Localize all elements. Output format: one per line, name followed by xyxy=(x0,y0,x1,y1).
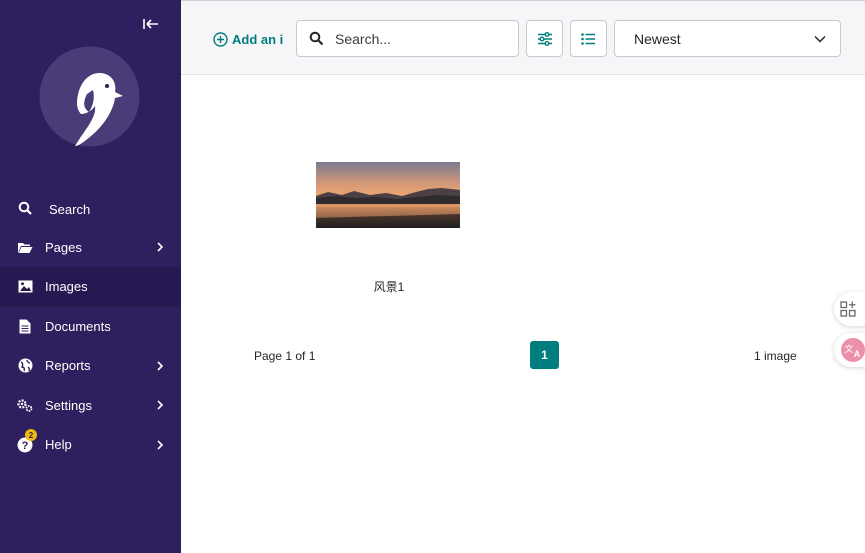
apps-widget-button[interactable] xyxy=(834,292,865,326)
sidebar-item-reports[interactable]: Reports xyxy=(0,346,181,386)
image-title[interactable]: 风景1 xyxy=(316,278,462,295)
svg-text:?: ? xyxy=(22,440,29,452)
sidebar-item-label: Pages xyxy=(45,239,82,255)
sidebar-item-label: Search xyxy=(49,202,91,217)
translate-widget-button[interactable]: 文A xyxy=(834,333,865,367)
search-icon xyxy=(16,199,34,217)
document-icon xyxy=(16,317,34,335)
collapse-sidebar-icon[interactable] xyxy=(140,14,162,34)
sidebar-item-help[interactable]: ? 2 Help xyxy=(0,425,181,465)
svg-text:文: 文 xyxy=(844,343,853,355)
chevron-down-icon xyxy=(814,35,826,43)
sort-select[interactable]: Newest xyxy=(614,20,841,57)
sliders-icon xyxy=(537,31,552,46)
sidebar: Search Pages Images Documents Reports Se… xyxy=(0,0,181,553)
sidebar-item-search[interactable]: Search xyxy=(0,188,181,228)
notification-badge: 2 xyxy=(25,429,37,441)
pagination-page-1[interactable]: 1 xyxy=(530,341,559,369)
sidebar-item-label: Settings xyxy=(45,397,92,413)
plus-circle-icon xyxy=(213,31,228,47)
add-image-button[interactable]: Add an i xyxy=(213,29,283,49)
search-icon xyxy=(309,31,324,46)
sidebar-item-images[interactable]: Images xyxy=(0,267,181,307)
image-icon xyxy=(16,278,34,296)
pagination-info: Page 1 of 1 xyxy=(254,349,316,363)
chevron-right-icon xyxy=(154,399,166,411)
listing-header: Add an i Newest xyxy=(181,0,865,75)
chevron-right-icon xyxy=(154,360,166,372)
add-image-label: Add an i xyxy=(232,31,283,47)
cogs-icon xyxy=(16,396,34,414)
folder-open-icon xyxy=(16,238,34,256)
globe-icon xyxy=(16,357,34,375)
search-input[interactable] xyxy=(335,29,505,49)
list-icon xyxy=(581,32,595,45)
list-view-button[interactable] xyxy=(570,20,607,57)
sidebar-nav: Search Pages Images Documents Reports Se… xyxy=(0,188,181,465)
translate-icon: 文A xyxy=(841,338,865,362)
apps-grid-icon xyxy=(840,301,856,317)
sidebar-item-settings[interactable]: Settings xyxy=(0,386,181,426)
chevron-right-icon xyxy=(154,439,166,451)
svg-text:A: A xyxy=(854,349,861,359)
search-field[interactable] xyxy=(296,20,519,57)
sort-selected-value: Newest xyxy=(634,30,681,47)
sunset-lake-image xyxy=(316,162,460,228)
sidebar-item-documents[interactable]: Documents xyxy=(0,307,181,347)
chevron-right-icon xyxy=(154,241,166,253)
sidebar-item-label: Help xyxy=(45,437,72,453)
sidebar-item-label: Images xyxy=(45,279,88,295)
sidebar-item-label: Reports xyxy=(45,358,91,374)
result-count: 1 image xyxy=(754,349,797,363)
wagtail-logo[interactable] xyxy=(39,46,140,147)
image-thumbnail[interactable] xyxy=(316,162,460,228)
sidebar-item-label: Documents xyxy=(45,318,111,334)
sidebar-item-pages[interactable]: Pages xyxy=(0,228,181,268)
filter-button[interactable] xyxy=(526,20,563,57)
